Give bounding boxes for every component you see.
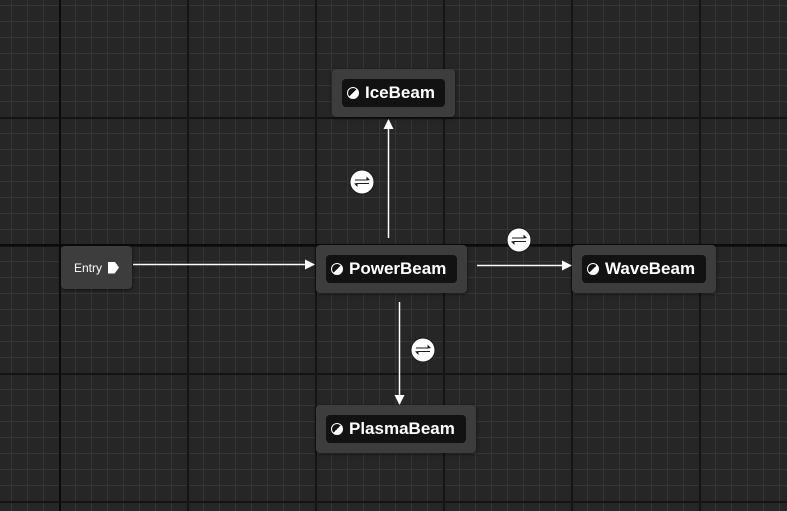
state-label-plasmabeam: PlasmaBeam [349,419,455,438]
half-circle-icon [587,263,599,275]
state-label-powerbeam: PowerBeam [349,259,447,278]
entry-label: Entry [73,260,102,275]
transition-rule-icon[interactable] [410,337,436,363]
state-node-plasmabeam[interactable]: PlasmaBeam [316,405,476,453]
half-circle-icon [331,263,343,275]
entry-node[interactable]: Entry [61,246,132,289]
entry-arrow-icon [108,261,119,274]
half-circle-icon [347,87,359,99]
transition-rule-icon[interactable] [349,169,375,195]
half-circle-icon [331,423,343,435]
transition-rule-icon[interactable] [506,227,532,253]
state-node-powerbeam[interactable]: PowerBeam [316,245,467,293]
state-machine-graph[interactable]: Entry IceBeam PowerBeam WaveBeam PlasmaB… [0,0,787,511]
state-label-icebeam: IceBeam [365,83,435,102]
state-node-icebeam[interactable]: IceBeam [332,69,455,117]
state-node-wavebeam[interactable]: WaveBeam [572,245,716,293]
state-label-wavebeam: WaveBeam [605,259,696,278]
